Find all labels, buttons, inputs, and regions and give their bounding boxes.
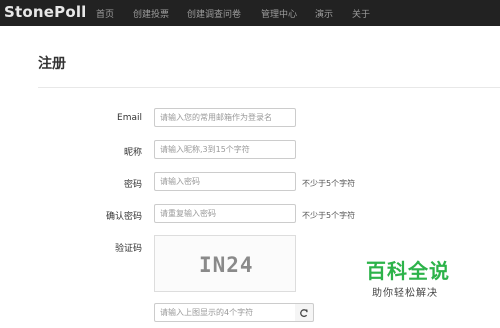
confirm-password-field[interactable]: [154, 204, 296, 223]
nav-item-about[interactable]: 关于: [352, 7, 370, 20]
refresh-icon: [299, 303, 309, 322]
divider: [38, 87, 500, 88]
nav-item-create-survey[interactable]: 创建调查问卷: [187, 7, 241, 20]
brand-logo[interactable]: StonePoll: [4, 3, 87, 21]
confirm-password-hint: 不少于5个字符: [302, 211, 356, 220]
refresh-captcha-button[interactable]: [295, 303, 314, 322]
captcha-image[interactable]: IN24: [154, 235, 296, 292]
captcha-label: 验证码: [114, 244, 142, 254]
confirm-password-label: 确认密码: [105, 212, 142, 222]
page-title: 注册: [38, 56, 66, 72]
password-hint: 不少于5个字符: [302, 179, 356, 188]
password-label: 密码: [123, 180, 142, 190]
nav-item-admin[interactable]: 管理中心: [261, 7, 297, 20]
captcha-text: IN24: [199, 253, 254, 277]
email-field[interactable]: [154, 108, 296, 127]
watermark-subtitle: 助你轻松解决: [372, 288, 438, 299]
nav-item-demo[interactable]: 演示: [315, 7, 333, 20]
email-label: Email: [117, 113, 142, 123]
nickname-field[interactable]: [154, 140, 296, 159]
watermark-title: 百科全说: [366, 259, 450, 283]
password-field[interactable]: [154, 172, 296, 191]
nickname-label: 昵称: [123, 148, 142, 158]
nav-item-home[interactable]: 首页: [96, 7, 114, 20]
nav-item-create-poll[interactable]: 创建投票: [133, 7, 169, 20]
captcha-field[interactable]: [154, 303, 296, 322]
top-navbar: StonePoll 首页 创建投票 创建调查问卷 管理中心 演示 关于: [0, 0, 500, 26]
